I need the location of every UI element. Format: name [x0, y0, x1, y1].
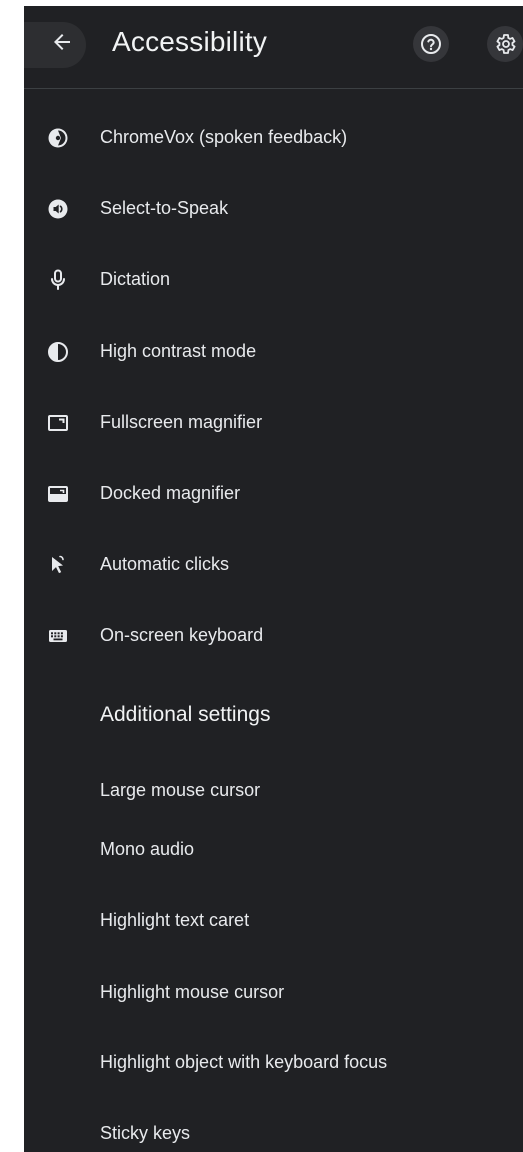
feature-label: Select-to-Speak — [100, 198, 229, 218]
page-title: Accessibility — [112, 26, 268, 57]
feature-label: Fullscreen magnifier — [100, 412, 263, 432]
help-circle-icon — [421, 34, 441, 54]
accessibility-panel: Accessibility ChromeVox (spoken feedback… — [24, 6, 523, 1152]
feature-row-select-to-speak[interactable]: Select-to-Speak — [24, 185, 523, 233]
feature-row-chromevox[interactable]: ChromeVox (spoken feedback) — [24, 114, 523, 162]
feature-row-automatic-clicks[interactable]: Automatic clicks — [24, 541, 523, 589]
header-divider — [24, 88, 523, 89]
help-button[interactable] — [413, 26, 449, 62]
docked-magnifier-icon — [48, 486, 68, 502]
feature-label: Dictation — [100, 269, 171, 289]
section-title-additional-settings: Additional settings — [100, 703, 271, 726]
fullscreen-magnifier-icon — [48, 415, 68, 431]
select-to-speak-icon — [48, 199, 68, 219]
header-bar: Accessibility — [24, 6, 523, 88]
feature-row-fullscreen-magnifier[interactable]: Fullscreen magnifier — [24, 399, 523, 447]
keyboard-icon — [49, 630, 67, 642]
chromevox-icon — [48, 128, 68, 148]
setting-sticky-keys[interactable]: Sticky keys — [100, 1123, 190, 1144]
setting-large-mouse-cursor[interactable]: Large mouse cursor — [100, 780, 260, 801]
feature-label: Automatic clicks — [100, 554, 230, 574]
feature-row-onscreen-keyboard[interactable]: On-screen keyboard — [24, 612, 523, 660]
feature-row-high-contrast[interactable]: High contrast mode — [24, 328, 523, 376]
microphone-icon — [51, 269, 65, 290]
setting-highlight-mouse-cursor[interactable]: Highlight mouse cursor — [100, 982, 284, 1003]
automatic-clicks-icon — [52, 555, 64, 574]
setting-highlight-keyboard-focus[interactable]: Highlight object with keyboard focus — [100, 1052, 387, 1073]
feature-label: Docked magnifier — [100, 483, 241, 503]
settings-button[interactable] — [487, 26, 523, 62]
setting-highlight-text-caret[interactable]: Highlight text caret — [100, 910, 249, 931]
feature-label: On-screen keyboard — [100, 625, 264, 645]
gear-icon — [496, 34, 516, 54]
feature-label: High contrast mode — [100, 341, 257, 361]
arrow-back-icon[interactable] — [50, 30, 74, 54]
feature-label: ChromeVox (spoken feedback) — [100, 127, 348, 147]
setting-mono-audio[interactable]: Mono audio — [100, 839, 194, 860]
feature-row-dictation[interactable]: Dictation — [24, 256, 523, 304]
contrast-icon — [48, 342, 68, 362]
feature-row-docked-magnifier[interactable]: Docked magnifier — [24, 470, 523, 518]
